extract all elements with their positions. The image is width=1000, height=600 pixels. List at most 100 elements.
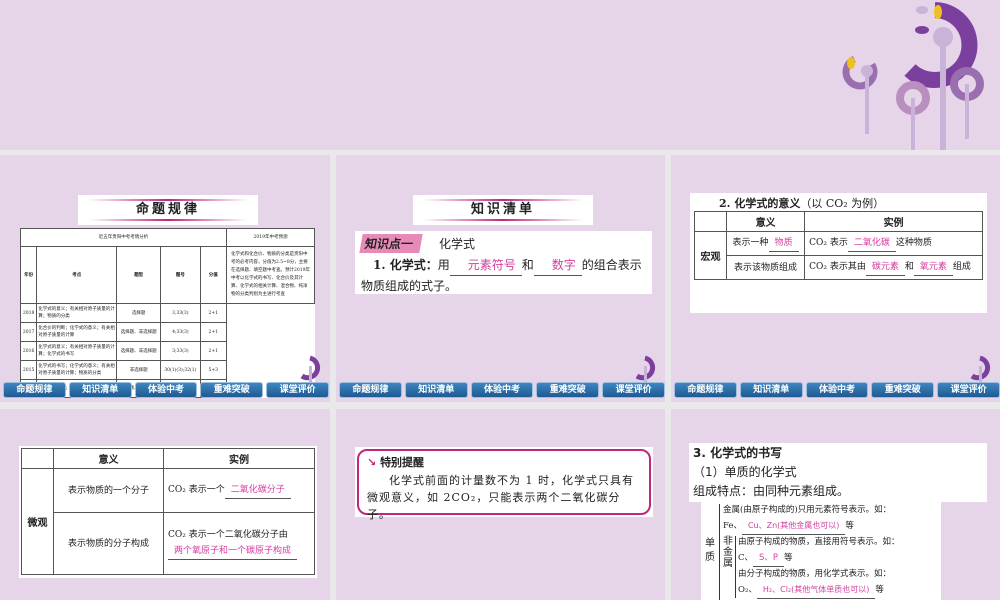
arrow-down-right-icon: ↘ — [367, 456, 377, 469]
slide-exam-rules[interactable]: 命题规律 近五年贵阳中考考情分析 2019年中考预测 年份 考点 题型 题号 分值 化学式和… — [0, 155, 330, 402]
flower-decoration-icon — [300, 355, 321, 384]
table-cell: 2017 — [19, 322, 38, 342]
table-cell: 2015 — [19, 360, 38, 380]
table-cell: 化学式的书写；化学式的意义；有关相对原子质量的计算；物质的分类 — [36, 360, 118, 380]
nav-button[interactable]: 重难突破 — [200, 382, 264, 398]
table-cell: 化合价的判断；化学式的意义；有关相对原子质量的计算 — [36, 322, 118, 342]
text: 由原子构成的物质，直接用符号表示。如： — [738, 537, 900, 547]
reminder-title: 特别提醒 — [380, 456, 425, 469]
text: CO₂ 表示一个二氧化碳分子由 — [168, 530, 288, 540]
knowledge-point-title: 化学式 — [439, 237, 476, 251]
composition-text: 组成特点：由同种元素组成。 — [693, 484, 850, 498]
slide-formula-writing[interactable]: 3. 化学式的书写 （1）单质的化学式 组成特点：由同种元素组成。 单质 金属(… — [671, 409, 1000, 600]
meaning-box: 2. 化学式的意义（以 CO₂ 为例） 意义 实例 宏观 表示一种 物质 CO₂ 表… — [690, 193, 987, 313]
nav-bar: 命题规律 知识清单 体验中考 重难突破 课堂评价 — [339, 382, 665, 398]
table-row: 2016 化学式的意义；有关相对原子质量的计算；化学式的书写 选择题、非选择题 3;3… — [19, 341, 315, 361]
row-group-label: 微观 — [21, 468, 54, 575]
answer-blank: H₂、Cl₂(其他气体单质也可以) — [756, 582, 876, 599]
column-header: 题号 — [160, 246, 201, 304]
nav-button[interactable]: 知识清单 — [68, 382, 132, 398]
answer-blank: 元素符号 — [449, 255, 522, 276]
micro-meaning-table: 意义 实例 微观 表示物质的一个分子 CO₂ 表示一个 二氧化碳分子 表示物质的分子… — [21, 448, 315, 575]
elementary-substance-bracket: 单质 金属(由原子构成的)只用元素符号表示。如： Fe、 Cu、Zn(其他金属也可… — [701, 502, 941, 600]
table-cell: 选择题、非选择题 — [116, 322, 162, 342]
nav-button[interactable]: 体验中考 — [470, 382, 534, 398]
nav-button[interactable]: 知识清单 — [404, 382, 468, 398]
column-header: 意义 — [725, 211, 806, 232]
nav-button[interactable]: 命题规律 — [674, 382, 737, 398]
table-cell: 3,33(3) — [160, 303, 201, 323]
table-cell: 选择题 — [116, 303, 162, 323]
top-slide-strip — [0, 0, 1000, 150]
table-cell: 2018 — [19, 303, 38, 323]
section-heading: 2. 化学式的意义 — [719, 197, 801, 210]
prediction-text: 化学式和化合价、物质的分类是贵阳中考的必考内容，分值为2.5~8分，主要在选择题… — [226, 246, 315, 304]
blank-header — [21, 448, 54, 469]
group-label: 单质 — [705, 538, 715, 563]
text: 等 — [784, 553, 793, 563]
column-header: 分值 — [199, 246, 228, 304]
text: 等 — [875, 585, 884, 595]
text: 和 — [904, 262, 914, 272]
text: 组成 — [952, 262, 971, 272]
text: 等 — [845, 521, 854, 531]
answer-blank: 二氧化碳分子 — [224, 482, 291, 499]
text: CO₂ 表示一个 — [168, 485, 225, 495]
column-header: 考点 — [36, 246, 118, 304]
slide-banner: 知识清单 — [413, 195, 593, 225]
text: 表示物质的分子构成 — [53, 512, 164, 575]
writing-intro-box: 3. 化学式的书写 （1）单质的化学式 组成特点：由同种元素组成。 — [689, 443, 987, 502]
nav-bar: 命题规律 知识清单 体验中考 重难突破 课堂评价 — [674, 382, 1000, 398]
nav-button[interactable]: 知识清单 — [739, 382, 803, 398]
reminder-box: ↘ 特别提醒 化学式前面的计量数不为 1 时，化学式只具有微观意义，如 2CO₂… — [355, 447, 653, 521]
meaning-box: 意义 实例 微观 表示物质的一个分子 CO₂ 表示一个 二氧化碳分子 表示物质的分子… — [19, 446, 317, 578]
column-header: 实例 — [163, 448, 315, 469]
table-cell: 3;33(3) — [160, 341, 201, 361]
text: 表示该物质组成 — [725, 255, 806, 280]
column-header: 年份 — [19, 246, 38, 304]
table-cell: 选择题、非选择题 — [116, 341, 162, 361]
answer-blank: 碳元素 — [865, 259, 905, 276]
column-header: 意义 — [53, 448, 164, 469]
text: 和 — [521, 258, 534, 272]
nav-bar: 命题规律 知识清单 体验中考 重难突破 课堂评价 — [3, 382, 329, 398]
knowledge-point-box: 知识点一 化学式 1. 化学式：用 元素符号和数字 的组合表示物质组成的式子。 — [355, 231, 652, 294]
text: O₂、 — [738, 585, 757, 595]
slide-formula-meaning-micro[interactable]: 意义 实例 微观 表示物质的一个分子 CO₂ 表示一个 二氧化碳分子 表示物质的分子… — [0, 409, 330, 600]
nav-button[interactable]: 体验中考 — [805, 382, 869, 398]
knowledge-point-tag: 知识点一 — [359, 234, 423, 253]
column-header: 题型 — [116, 246, 162, 304]
nav-button[interactable]: 课堂评价 — [266, 382, 329, 398]
table-cell: 非选择题 — [116, 360, 162, 380]
slide-banner: 命题规律 — [78, 195, 258, 225]
text: 由分子构成的物质，用化学式表示。如： — [738, 569, 892, 579]
nav-button[interactable]: 重难突破 — [536, 382, 600, 398]
slide-special-reminder[interactable]: ↘ 特别提醒 化学式前面的计量数不为 1 时，化学式只具有微观意义，如 2CO₂… — [336, 409, 665, 600]
flower-decoration-icon — [635, 355, 656, 384]
reminder-text: 化学式前面的计量数不为 1 时，化学式只具有微观意义，如 2CO₂，只能表示两个… — [367, 474, 634, 521]
slide-formula-meaning-macro[interactable]: 2. 化学式的意义（以 CO₂ 为例） 意义 实例 宏观 表示一种 物质 CO₂ 表… — [671, 155, 1000, 402]
text: 这种物质 — [895, 238, 932, 248]
text: CO₂ 表示其由 — [809, 262, 866, 272]
nav-button[interactable]: 课堂评价 — [602, 382, 665, 398]
nav-button[interactable]: 课堂评价 — [937, 382, 1000, 398]
exam-analysis-table: 近五年贵阳中考考情分析 2019年中考预测 年份 考点 题型 题号 分值 化学式和化合价、物… — [19, 228, 315, 398]
table-cell: 2016 — [19, 341, 38, 361]
nav-button[interactable]: 命题规律 — [339, 382, 402, 398]
blank-header — [694, 211, 727, 232]
item-label: 1. 化学式： — [373, 258, 438, 272]
nav-button[interactable]: 体验中考 — [134, 382, 198, 398]
flower-decoration-icon — [842, 2, 984, 150]
table-cell: 2+1 — [199, 303, 228, 323]
text: C、 — [738, 553, 754, 563]
table-cell: 5+3 — [199, 360, 228, 380]
table-row: 2017 化合价的判断；化学式的意义；有关相对原子质量的计算 选择题、非选择题 4;3… — [19, 322, 315, 342]
table-cell: 化学式的意义；有关相对原子质量的计算；物质的分类 — [36, 303, 118, 323]
nav-button[interactable]: 命题规律 — [3, 382, 66, 398]
nav-button[interactable]: 重难突破 — [871, 382, 935, 398]
slide-knowledge-list[interactable]: 知识清单 知识点一 化学式 1. 化学式：用 元素符号和数字 的组合表示物质组成的式… — [336, 155, 665, 402]
flower-decoration-icon — [970, 355, 991, 384]
group-label: 非金属 — [723, 536, 733, 569]
macro-meaning-table: 意义 实例 宏观 表示一种 物质 CO₂ 表示 二氧化碳 这种物质 表示该物质组成 CO… — [694, 211, 983, 280]
column-header: 实例 — [804, 211, 983, 232]
